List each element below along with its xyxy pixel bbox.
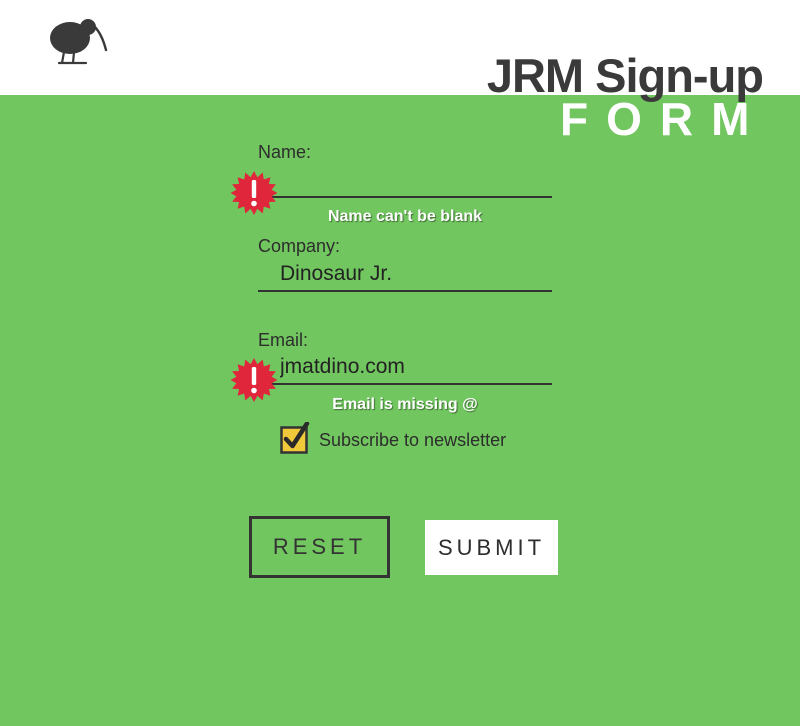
page-subtitle: FORM — [560, 93, 768, 145]
reset-button[interactable]: RESET — [249, 516, 390, 578]
newsletter-label[interactable]: Subscribe to newsletter — [319, 430, 506, 451]
email-field-underline — [258, 351, 552, 385]
email-label: Email: — [258, 330, 309, 350]
name-label: Name: — [258, 142, 312, 162]
email-field[interactable] — [280, 355, 550, 379]
kiwi-bird-icon — [50, 19, 108, 65]
page-title: JRM Sign-up — [486, 49, 764, 102]
company-field-underline — [258, 258, 552, 292]
company-field[interactable] — [280, 262, 550, 286]
name-field[interactable] — [280, 168, 550, 192]
submit-button[interactable]: SUBMIT — [425, 520, 558, 575]
company-label: Company: — [258, 236, 341, 256]
name-field-underline — [258, 164, 552, 198]
name-error-message: Name can't be blank — [327, 208, 483, 225]
email-error-message: Email is missing @ — [332, 396, 478, 413]
newsletter-checkbox[interactable] — [280, 422, 312, 454]
